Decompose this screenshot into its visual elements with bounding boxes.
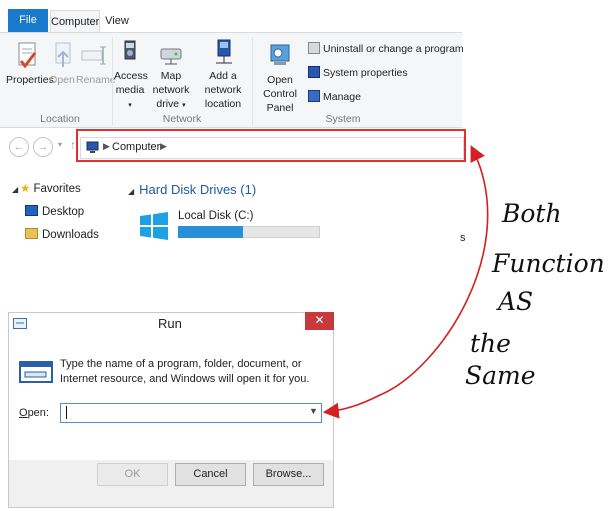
- group-label-location: Location: [40, 113, 80, 125]
- access-media-label-1: Access: [114, 70, 148, 82]
- nav-item-favorites[interactable]: ◢ ★ Favorites: [12, 181, 81, 195]
- back-button[interactable]: ←: [9, 137, 29, 157]
- forward-button[interactable]: →: [33, 137, 53, 157]
- ribbon-separator: [112, 37, 113, 125]
- run-dialog-body: [9, 333, 333, 460]
- open-icon: [49, 41, 77, 71]
- manage-button[interactable]: Manage: [308, 88, 361, 106]
- expand-arrow-icon: ◢: [12, 185, 19, 194]
- run-program-icon: [19, 361, 53, 383]
- tab-view[interactable]: View: [102, 10, 132, 32]
- ribbon: Properties Open Rename Location Access m…: [0, 32, 464, 128]
- clipped-text: s: [460, 232, 466, 244]
- dropdown-arrow-icon: ▾: [182, 102, 186, 109]
- manage-icon: [308, 90, 320, 102]
- tab-computer[interactable]: Computer: [50, 10, 100, 33]
- media-icon: [116, 37, 144, 67]
- group-label-network: Network: [162, 113, 202, 125]
- properties-icon: [13, 41, 41, 71]
- annotation-line-5: Same: [465, 361, 536, 390]
- network-location-icon: [209, 37, 237, 67]
- drive-label-local-disk[interactable]: Local Disk (C:): [178, 210, 253, 222]
- close-button[interactable]: ✕: [305, 312, 334, 330]
- address-bar-highlight: [76, 129, 466, 162]
- ribbon-separator: [252, 37, 253, 125]
- properties-label: Properties: [6, 74, 54, 86]
- open-control-panel-button[interactable]: Open Control Panel: [254, 41, 306, 115]
- back-arrow-icon: ←: [13, 141, 25, 153]
- open-button[interactable]: Open: [49, 41, 75, 87]
- map-network-drive-button[interactable]: Map network drive ▾: [146, 37, 196, 113]
- star-icon: ★: [20, 183, 31, 195]
- tab-file[interactable]: File: [8, 9, 48, 32]
- annotation-line-4: the: [470, 329, 511, 358]
- annotation-arrow-to-run: [322, 151, 489, 419]
- open-label: Open: [49, 74, 75, 86]
- run-title-icon: [13, 318, 27, 329]
- ok-button[interactable]: OK: [97, 463, 168, 486]
- text-caret: [66, 406, 67, 419]
- run-description: Type the name of a program, folder, docu…: [60, 358, 310, 385]
- collapse-arrow-icon: ◢: [128, 187, 135, 196]
- rename-label: Rename: [76, 74, 116, 86]
- run-command-input[interactable]: [60, 403, 322, 423]
- run-title: Run: [158, 316, 182, 331]
- close-icon: ✕: [314, 313, 325, 327]
- system-properties-icon: [308, 66, 320, 78]
- access-media-label-2: media ▾: [115, 84, 145, 109]
- properties-button[interactable]: Properties: [6, 41, 54, 87]
- annotation-arrow-to-address: [470, 145, 485, 164]
- system-properties-button[interactable]: System properties: [308, 64, 408, 82]
- rename-button[interactable]: Rename: [76, 41, 116, 87]
- open-field-label: Open:: [19, 407, 49, 419]
- nav-item-desktop[interactable]: Desktop: [25, 205, 84, 218]
- ribbon-tab-bar: File Computer View: [0, 0, 462, 33]
- add-location-label-2: location: [204, 98, 242, 110]
- nav-item-downloads[interactable]: Downloads: [25, 228, 99, 241]
- annotation-line-1: Both: [501, 199, 562, 228]
- windows-drive-icon: [140, 212, 168, 240]
- browse-button[interactable]: Browse...: [253, 463, 324, 486]
- add-network-location-button[interactable]: Add a network location: [196, 37, 250, 111]
- recent-locations-icon[interactable]: ▾: [58, 140, 62, 149]
- section-title-hard-disk-drives[interactable]: ◢ Hard Disk Drives (1): [128, 182, 256, 197]
- dropdown-arrow-icon: ▾: [128, 102, 132, 109]
- open-cp-label-1: Open Control: [263, 74, 297, 100]
- rename-icon: [79, 41, 107, 71]
- uninstall-program-button[interactable]: Uninstall or change a program: [308, 40, 464, 58]
- map-drive-label-1: Map network: [152, 70, 190, 96]
- control-panel-icon: [266, 41, 294, 71]
- cancel-button[interactable]: Cancel: [175, 463, 246, 486]
- chevron-down-icon[interactable]: ▼: [309, 406, 318, 416]
- add-location-label-1: Add a network: [204, 70, 242, 96]
- annotation-line-3: AS: [496, 287, 533, 316]
- downloads-folder-icon: [25, 228, 38, 239]
- uninstall-icon: [308, 42, 320, 54]
- map-drive-label-2: drive ▾: [156, 98, 186, 110]
- annotation-line-2: Function: [491, 249, 605, 278]
- desktop-icon: [25, 205, 38, 216]
- access-media-button[interactable]: Access media ▾: [114, 37, 148, 113]
- network-drive-icon: [157, 37, 185, 67]
- group-label-system: System: [325, 113, 361, 125]
- forward-arrow-icon: →: [37, 141, 49, 153]
- drive-usage-fill: [178, 226, 243, 238]
